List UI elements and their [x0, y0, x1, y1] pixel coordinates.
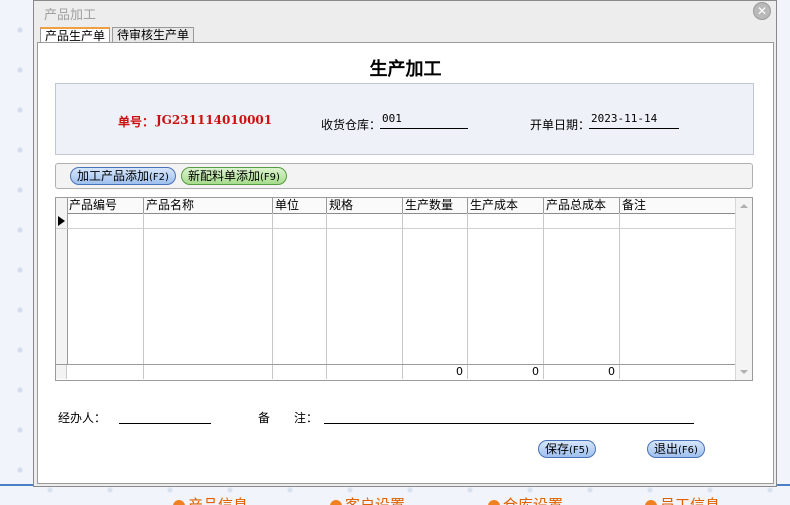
- scroll-up-icon[interactable]: [740, 204, 748, 208]
- grid-header: 产品编号 产品名称 单位 规格 生产数量 生产成本 产品总成本 备注: [56, 198, 736, 214]
- grid-divider: [272, 213, 273, 365]
- add-product-button[interactable]: 加工产品添加(F2): [70, 167, 176, 185]
- bullet-icon: [488, 499, 500, 505]
- remark-field[interactable]: [324, 409, 694, 424]
- warehouse-label: 收货仓库：: [321, 118, 382, 132]
- col-unit[interactable]: 单位: [273, 198, 327, 213]
- col-spec[interactable]: 规格: [327, 198, 403, 213]
- grid-divider: [326, 213, 327, 365]
- handler-field[interactable]: [119, 409, 211, 424]
- handler-label: 经办人：: [58, 411, 107, 425]
- bullet-icon: [330, 499, 342, 505]
- bullet-icon: [645, 499, 657, 505]
- col-total-cost[interactable]: 产品总成本: [544, 198, 620, 213]
- tab-strip: 产品生产单 待审核生产单: [40, 27, 196, 43]
- tab-panel: 生产加工 单号： JG231114010001 收货仓库： 001 开单日期： …: [37, 42, 774, 484]
- grid-divider: [143, 213, 144, 365]
- save-button[interactable]: 保存(F5): [538, 440, 596, 458]
- scroll-down-icon[interactable]: [740, 370, 748, 374]
- toolbar: 加工产品添加(F2) 新配料单添加(F9): [55, 163, 753, 189]
- window-title: 产品加工: [44, 8, 97, 23]
- totals-cell: [67, 365, 144, 379]
- totals-row-header: [56, 365, 67, 379]
- nav-item-products[interactable]: 产品信息: [173, 494, 248, 505]
- tab-production-order[interactable]: 产品生产单: [40, 27, 111, 43]
- col-remark[interactable]: 备注: [620, 198, 738, 213]
- total-quantity: 0: [403, 365, 468, 379]
- add-material-button[interactable]: 新配料单添加(F9): [181, 167, 287, 185]
- total-product-cost: 0: [544, 365, 620, 379]
- page-title: 生产加工: [369, 59, 442, 80]
- col-product-name[interactable]: 产品名称: [144, 198, 273, 213]
- nav-item-employees[interactable]: 员工信息: [645, 494, 720, 505]
- tab-pending-review[interactable]: 待审核生产单: [112, 27, 195, 43]
- date-field[interactable]: 2023-11-14: [589, 112, 679, 129]
- product-grid[interactable]: 产品编号 产品名称 单位 规格 生产数量 生产成本 产品总成本 备注 0 0 0: [55, 197, 753, 381]
- col-cost[interactable]: 生产成本: [468, 198, 544, 213]
- order-number: JG231114010001: [156, 113, 273, 127]
- close-icon[interactable]: ✕: [753, 2, 771, 20]
- total-cost: 0: [468, 365, 544, 379]
- grid-divider: [543, 213, 544, 365]
- grid-divider: [467, 213, 468, 365]
- vertical-scrollbar[interactable]: [735, 198, 752, 380]
- remark-label: 备 注：: [258, 411, 319, 425]
- grid-divider: [402, 213, 403, 365]
- grid-divider: [619, 213, 620, 365]
- totals-cell: [327, 365, 403, 379]
- nav-item-warehouse[interactable]: 仓库设置: [488, 494, 563, 505]
- header-info-box: 单号： JG231114010001 收货仓库： 001 开单日期： 2023-…: [55, 83, 754, 155]
- col-product-code[interactable]: 产品编号: [67, 198, 144, 213]
- order-label: 单号：: [118, 115, 155, 129]
- exit-button[interactable]: 退出(F6): [647, 440, 705, 458]
- totals-cell: [620, 365, 738, 379]
- dialog-window: 产品加工 ✕ 产品生产单 待审核生产单 生产加工 单号： JG231114010…: [33, 0, 777, 487]
- title-bar[interactable]: 产品加工 ✕: [34, 1, 776, 23]
- date-label: 开单日期：: [530, 118, 591, 132]
- nav-item-customers[interactable]: 客户设置: [330, 494, 405, 505]
- bullet-icon: [173, 499, 185, 505]
- totals-cell: [144, 365, 273, 379]
- bottom-nav: 产品信息 客户设置 仓库设置 员工信息: [0, 484, 790, 505]
- totals-row: 0 0 0: [56, 364, 736, 380]
- table-row[interactable]: [56, 213, 736, 229]
- col-quantity[interactable]: 生产数量: [403, 198, 468, 213]
- totals-cell: [273, 365, 327, 379]
- warehouse-field[interactable]: 001: [380, 112, 468, 129]
